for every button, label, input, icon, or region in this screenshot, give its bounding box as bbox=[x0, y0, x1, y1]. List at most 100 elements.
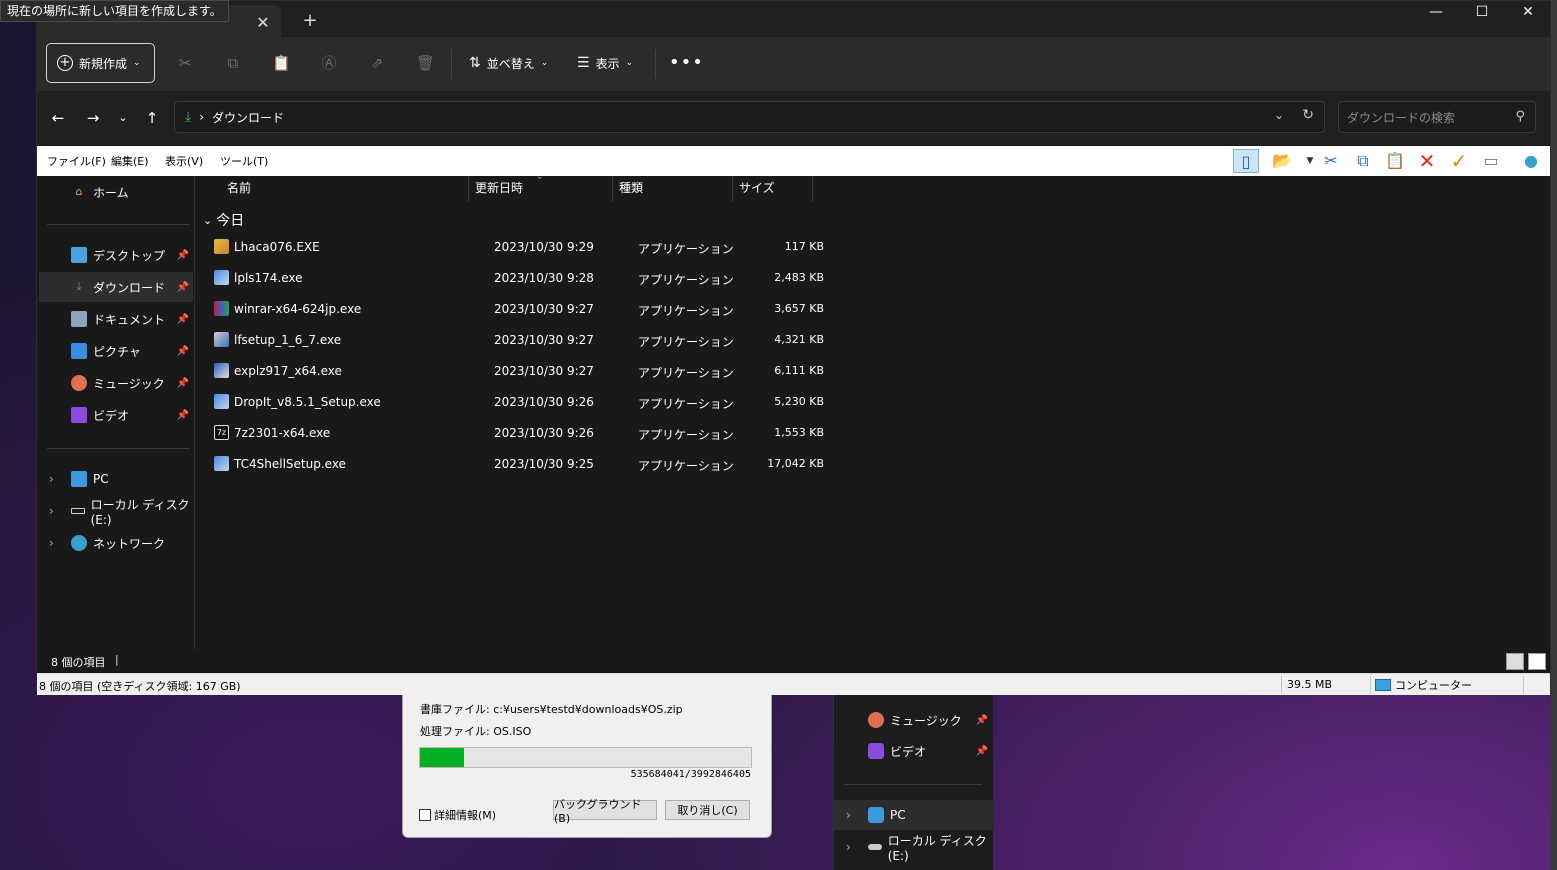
table-row[interactable]: explz917_x64.exe 2023/10/30 9:27 アプリケーショ… bbox=[212, 357, 824, 387]
lhaca-app-icon bbox=[214, 239, 229, 254]
paste-icon[interactable]: 📋 bbox=[272, 54, 291, 72]
copy-icon[interactable]: ⧉ bbox=[1350, 149, 1376, 173]
delete-icon[interactable]: ✕ bbox=[1414, 149, 1440, 173]
breadcrumb-separator: › bbox=[199, 110, 205, 124]
chevron-down-icon: ⌄ bbox=[133, 58, 141, 68]
processing-file-label: 処理ファイル: OS.ISO bbox=[420, 725, 532, 738]
column-divider[interactable] bbox=[468, 176, 469, 202]
table-row[interactable]: lfsetup_1_6_7.exe 2023/10/30 9:27 アプリケーシ… bbox=[212, 326, 824, 356]
properties-icon[interactable]: ▭ bbox=[1478, 149, 1504, 173]
sidebar-item-pictures[interactable]: ピクチャ 📌 bbox=[39, 336, 193, 366]
recent-locations-button[interactable]: ⌄ bbox=[112, 108, 134, 128]
status-bar: 8 個の項目 | bbox=[37, 650, 1550, 672]
divider bbox=[1370, 676, 1371, 694]
globe-icon[interactable]: ● bbox=[1518, 149, 1544, 173]
cancel-button[interactable]: 取り消し(C) bbox=[665, 800, 750, 820]
table-row[interactable]: DropIt_v8.5.1_Setup.exe 2023/10/30 9:26 … bbox=[212, 388, 824, 418]
network-icon bbox=[71, 535, 87, 551]
background-explorer-window: ミュージック 📌 ビデオ 📌 › PC › ローカル ディスク (E:) bbox=[833, 690, 994, 870]
file-list: 名前 更新日時 ⌄ 種類 サイズ ⌄ 今日 Lhaca076.EXE 2023/… bbox=[195, 172, 1551, 650]
sidebar-item-home[interactable]: ⌂ ホーム bbox=[39, 177, 193, 207]
search-input[interactable]: ダウンロードの検索 ⚲ bbox=[1338, 101, 1536, 133]
column-header-name[interactable]: 名前 bbox=[227, 176, 251, 202]
pin-icon: 📌 bbox=[176, 313, 189, 325]
cut-icon[interactable]: ✂ bbox=[1318, 149, 1344, 173]
view-button[interactable]: ☰ 表示 ⌄ bbox=[577, 54, 633, 72]
sidebar-item-local-disk[interactable]: › ローカル ディスク (E:) bbox=[39, 496, 193, 527]
progress-bar-fill bbox=[420, 748, 465, 767]
forward-button[interactable]: → bbox=[82, 108, 104, 128]
sidebar-item-downloads[interactable]: ⤓ ダウンロード 📌 bbox=[39, 272, 193, 302]
chevron-right-icon[interactable]: › bbox=[49, 504, 54, 518]
paste-icon[interactable]: 📋 bbox=[1382, 149, 1408, 173]
sidebar-item-network[interactable]: › ネットワーク bbox=[39, 528, 193, 558]
maximize-button[interactable]: ☐ bbox=[1459, 1, 1505, 25]
share-icon[interactable]: ⇗ bbox=[368, 54, 386, 72]
music-icon bbox=[71, 375, 87, 391]
cut-icon[interactable]: ✂ bbox=[176, 54, 194, 72]
sidebar-item-music[interactable]: ミュージック 📌 bbox=[39, 368, 193, 398]
sidebar-item-desktop[interactable]: デスクトップ 📌 bbox=[39, 240, 193, 270]
list-view-icon: ☰ bbox=[577, 55, 590, 71]
divider bbox=[844, 784, 982, 785]
bg-sidebar-item-drive[interactable]: › ローカル ディスク (E:) bbox=[834, 832, 994, 863]
rename-icon[interactable]: Ⓐ bbox=[320, 54, 338, 72]
sidebar-item-video[interactable]: ビデオ 📌 bbox=[39, 400, 193, 430]
more-options-button[interactable]: ••• bbox=[669, 52, 704, 73]
sidebar-item-documents[interactable]: ドキュメント 📌 bbox=[39, 304, 193, 334]
close-window-button[interactable]: ✕ bbox=[1505, 1, 1551, 25]
bg-sidebar-item-pc[interactable]: › PC bbox=[834, 800, 994, 830]
check-icon[interactable]: ✓ bbox=[1446, 149, 1472, 173]
checkbox-box[interactable] bbox=[419, 809, 431, 821]
lhaforge-icon bbox=[214, 332, 229, 347]
up-button[interactable]: ↑ bbox=[141, 108, 163, 128]
tiles-view-button[interactable] bbox=[1528, 653, 1546, 670]
details-checkbox[interactable]: 詳細情報(M) bbox=[419, 807, 496, 823]
copy-icon[interactable]: ⧉ bbox=[224, 54, 242, 72]
minimize-button[interactable]: — bbox=[1413, 1, 1459, 25]
column-header-size[interactable]: サイズ bbox=[739, 176, 775, 202]
menu-tools[interactable]: ツール(T) bbox=[220, 153, 268, 169]
details-view-button[interactable] bbox=[1506, 653, 1524, 670]
menu-view[interactable]: 表示(V) bbox=[165, 153, 203, 169]
sort-descending-icon: ⌄ bbox=[536, 172, 544, 182]
bg-sidebar-item-music[interactable]: ミュージック 📌 bbox=[834, 705, 994, 735]
drive-icon bbox=[868, 844, 882, 850]
chevron-down-icon[interactable]: ⌄ bbox=[1274, 108, 1284, 122]
pc-icon bbox=[71, 471, 87, 487]
disk-space-status: 8 個の項目 (空きディスク領域: 167 GB) bbox=[39, 680, 241, 693]
sidebar-item-pc[interactable]: › PC bbox=[39, 464, 193, 494]
table-row[interactable]: lpls174.exe 2023/10/30 9:28 アプリケーション 2,4… bbox=[212, 264, 824, 294]
folder-options-icon[interactable]: 📂 bbox=[1269, 149, 1295, 173]
close-tab-button[interactable]: ✕ bbox=[253, 13, 273, 33]
group-header-today[interactable]: ⌄ 今日 bbox=[203, 210, 244, 230]
bg-sidebar-item-video[interactable]: ビデオ 📌 bbox=[834, 736, 994, 766]
new-tab-button[interactable]: + bbox=[297, 8, 323, 34]
scrollbar[interactable] bbox=[1551, 0, 1557, 870]
chevron-right-icon[interactable]: › bbox=[49, 472, 54, 486]
table-row[interactable]: Lhaca076.EXE 2023/10/30 9:29 アプリケーション 11… bbox=[212, 233, 824, 263]
back-button[interactable]: ← bbox=[47, 108, 69, 128]
new-button[interactable]: + 新規作成 ⌄ bbox=[46, 43, 155, 83]
table-row[interactable]: winrar-x64-624jp.exe 2023/10/30 9:27 アプリ… bbox=[212, 295, 824, 325]
column-divider[interactable] bbox=[612, 176, 613, 202]
background-button[interactable]: バックグラウンド(B) bbox=[553, 798, 657, 825]
table-row[interactable]: TC4ShellSetup.exe 2023/10/30 9:25 アプリケーシ… bbox=[212, 450, 824, 480]
menu-file[interactable]: ファイル(F) bbox=[47, 153, 106, 169]
picture-icon bbox=[71, 343, 87, 359]
column-header-type[interactable]: 種類 bbox=[619, 176, 643, 202]
breadcrumb-downloads[interactable]: ダウンロード bbox=[212, 109, 284, 126]
sort-button[interactable]: ⇅ 並べ替え ⌄ bbox=[469, 54, 548, 72]
column-divider[interactable] bbox=[732, 176, 733, 202]
address-bar[interactable]: ⤓ › ダウンロード ⌄ ↻ bbox=[174, 101, 1325, 133]
delete-icon[interactable]: 🗑 bbox=[416, 54, 435, 72]
refresh-icon[interactable]: ↻ bbox=[1302, 107, 1314, 123]
chevron-right-icon: › bbox=[846, 808, 851, 822]
column-divider[interactable] bbox=[812, 176, 813, 202]
column-header-modified[interactable]: 更新日時 bbox=[475, 176, 523, 202]
menu-edit[interactable]: 編集(E) bbox=[111, 153, 149, 169]
computer-icon bbox=[1375, 679, 1391, 691]
chevron-right-icon[interactable]: › bbox=[49, 536, 54, 550]
table-row[interactable]: 7z 7z2301-x64.exe 2023/10/30 9:26 アプリケーシ… bbox=[212, 419, 824, 449]
preview-pane-icon[interactable]: ▯ bbox=[1233, 149, 1259, 173]
